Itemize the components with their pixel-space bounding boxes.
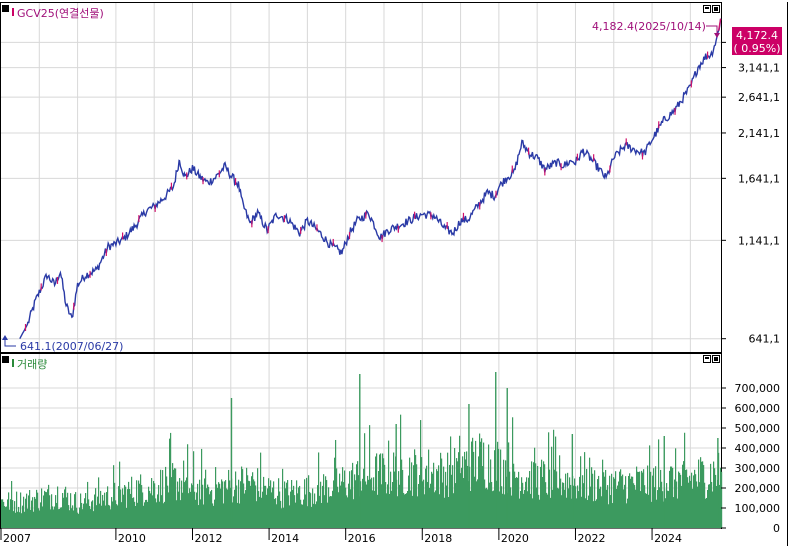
volume-spike	[230, 398, 233, 528]
chart-window: 641,1 1,141,1 1,641,1 2,141,1 2,641,1 3,141,1…	[0, 0, 788, 546]
x-axis: 2007 2010 2012 2014 2016 2018 2020 2022 2024	[0, 528, 682, 545]
volume-panel-title: 거래량	[17, 358, 47, 371]
price-close-icon[interactable]	[712, 5, 720, 13]
volume-y-tick-label: 500,000	[735, 422, 781, 435]
x-tick-label: 2020	[501, 532, 529, 545]
volume-y-tick-label: 100,000	[735, 502, 781, 515]
volume-panel-menu-icon[interactable]	[2, 356, 9, 363]
x-tick-label: 2024	[654, 532, 682, 545]
price-panel-title: GCV25(연결선물)	[17, 7, 104, 20]
last-price-change: ( 0.95%)	[733, 42, 780, 55]
x-tick-label: 2014	[271, 532, 299, 545]
price-y-tick-label: 1,141,1	[738, 234, 780, 247]
volume-spike	[717, 438, 719, 528]
volume-y-tick-label: 300,000	[735, 462, 781, 475]
volume-y-axis: 0 100,000 200,000 300,000 400,000 500,000 600,…	[721, 382, 780, 535]
volume-y-tick-label: 400,000	[735, 442, 781, 455]
volume-spike	[571, 434, 574, 528]
volume-y-tick-label: 600,000	[735, 402, 781, 415]
price-minimize-icon[interactable]	[703, 5, 711, 13]
price-y-tick-label: 2,641,1	[738, 91, 780, 104]
x-tick-label: 2007	[3, 532, 31, 545]
volume-bar	[721, 471, 723, 528]
volume-spike	[495, 372, 497, 528]
volume-spike	[468, 404, 470, 528]
volume-minimize-icon[interactable]	[703, 355, 711, 363]
volume-close-icon[interactable]	[712, 355, 720, 363]
volume-spike	[663, 436, 665, 528]
price-y-tick-label: 2,141,1	[738, 127, 780, 140]
x-tick-label: 2010	[118, 532, 146, 545]
price-y-tick-label: 641,1	[749, 333, 781, 346]
price-panel-menu-icon[interactable]	[2, 5, 9, 12]
price-y-axis: 641,1 1,141,1 1,641,1 2,141,1 2,641,1 3,141,1…	[721, 36, 781, 346]
x-tick-label: 2018	[424, 532, 452, 545]
volume-y-tick-label: 200,000	[735, 482, 781, 495]
x-tick-label: 2012	[194, 532, 222, 545]
chart-canvas: 641,1 1,141,1 1,641,1 2,141,1 2,641,1 3,141,1…	[0, 2, 788, 546]
price-y-tick-label: 1,641,1	[738, 172, 780, 185]
volume-legend-marker	[12, 359, 14, 367]
volume-spike	[359, 374, 361, 528]
price-legend-marker	[12, 8, 14, 16]
x-tick-label: 2016	[348, 532, 376, 545]
last-price-value: 4,172.4	[736, 29, 778, 42]
volume-y-tick-label: 700,000	[735, 382, 781, 395]
x-tick-label: 2022	[577, 532, 605, 545]
price-y-tick-label: 3,141,1	[738, 62, 780, 75]
volume-spike	[506, 388, 508, 528]
volume-spike	[395, 424, 397, 528]
volume-y-tick-label: 0	[773, 522, 780, 535]
min-price-annotation: 641.1(2007/06/27)	[20, 340, 123, 353]
max-price-annotation: 4,182.4(2025/10/14)	[592, 20, 706, 33]
